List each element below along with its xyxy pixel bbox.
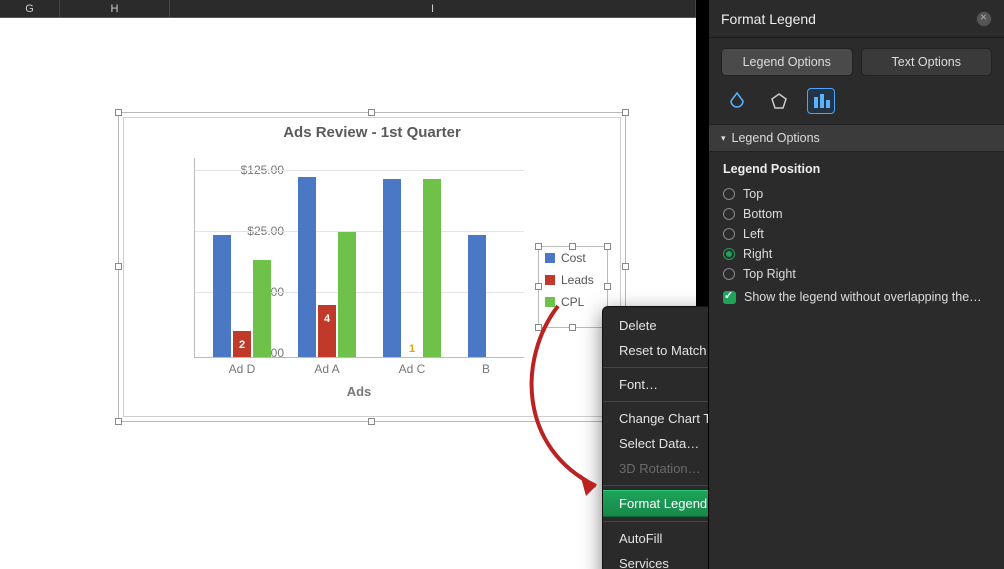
legend-label-leads[interactable]: Leads	[561, 273, 594, 287]
radio-top-right[interactable]: Top Right	[723, 264, 990, 284]
format-panel: Format Legend Legend Options Text Option…	[708, 0, 1004, 569]
tab-legend-options[interactable]: Legend Options	[721, 48, 853, 76]
bar-adD-cost[interactable]	[213, 235, 231, 357]
bar-adA-cpl[interactable]	[338, 232, 356, 357]
bar-B-cost[interactable]	[468, 235, 486, 357]
chevron-down-icon: ▾	[721, 133, 726, 144]
radio-right[interactable]: Right	[723, 244, 990, 264]
legend-label-cost[interactable]: Cost	[561, 251, 586, 265]
legend-position-label: Legend Position	[723, 162, 990, 176]
xcat-B: B	[446, 362, 526, 376]
bar-adC-cpl[interactable]	[423, 179, 441, 357]
bar-adD-cpl[interactable]	[253, 260, 271, 357]
bar-adA-cost[interactable]	[298, 177, 316, 357]
column-headers: G H I	[0, 0, 696, 18]
chart-plot-area[interactable]: Ads Review - 1st Quarter $125.00 $25.00 …	[123, 117, 621, 417]
radio-top[interactable]: Top	[723, 184, 990, 204]
chart-object[interactable]: Ads Review - 1st Quarter $125.00 $25.00 …	[118, 112, 626, 422]
chart-legend[interactable]: Cost Leads CPL	[538, 246, 608, 328]
x-axis-title[interactable]: Ads	[194, 384, 524, 399]
checkbox-overlap[interactable]: Show the legend without overlapping the …	[723, 284, 990, 304]
label-adA-leads: 4	[318, 313, 336, 325]
legend-options-icon[interactable]	[807, 88, 835, 114]
tab-text-options[interactable]: Text Options	[861, 48, 993, 76]
label-adC-leads: 1	[403, 343, 421, 355]
radio-bottom[interactable]: Bottom	[723, 204, 990, 224]
panel-title: Format Legend	[721, 11, 816, 27]
close-icon[interactable]	[976, 11, 992, 27]
check-icon	[723, 291, 736, 304]
xcat-adC: Ad C	[372, 362, 452, 376]
legend-swatch-cpl	[545, 297, 555, 307]
effects-icon[interactable]	[765, 88, 793, 114]
col-header-i[interactable]: I	[170, 0, 696, 17]
legend-label-cpl[interactable]: CPL	[561, 295, 584, 309]
xcat-adA: Ad A	[287, 362, 367, 376]
fill-icon[interactable]	[723, 88, 751, 114]
section-legend-options[interactable]: ▾ Legend Options	[709, 124, 1004, 152]
bar-adC-cost[interactable]	[383, 179, 401, 357]
chart-title[interactable]: Ads Review - 1st Quarter	[124, 124, 620, 141]
worksheet-area[interactable]: Ads Review - 1st Quarter $125.00 $25.00 …	[0, 18, 696, 569]
col-header-g[interactable]: G	[0, 0, 60, 17]
col-header-h[interactable]: H	[60, 0, 170, 17]
radio-left[interactable]: Left	[723, 224, 990, 244]
xcat-adD: Ad D	[202, 362, 282, 376]
label-adD-leads: 2	[233, 339, 251, 351]
plot-area: 2 4 1	[194, 158, 524, 358]
legend-swatch-cost	[545, 253, 555, 263]
legend-swatch-leads	[545, 275, 555, 285]
